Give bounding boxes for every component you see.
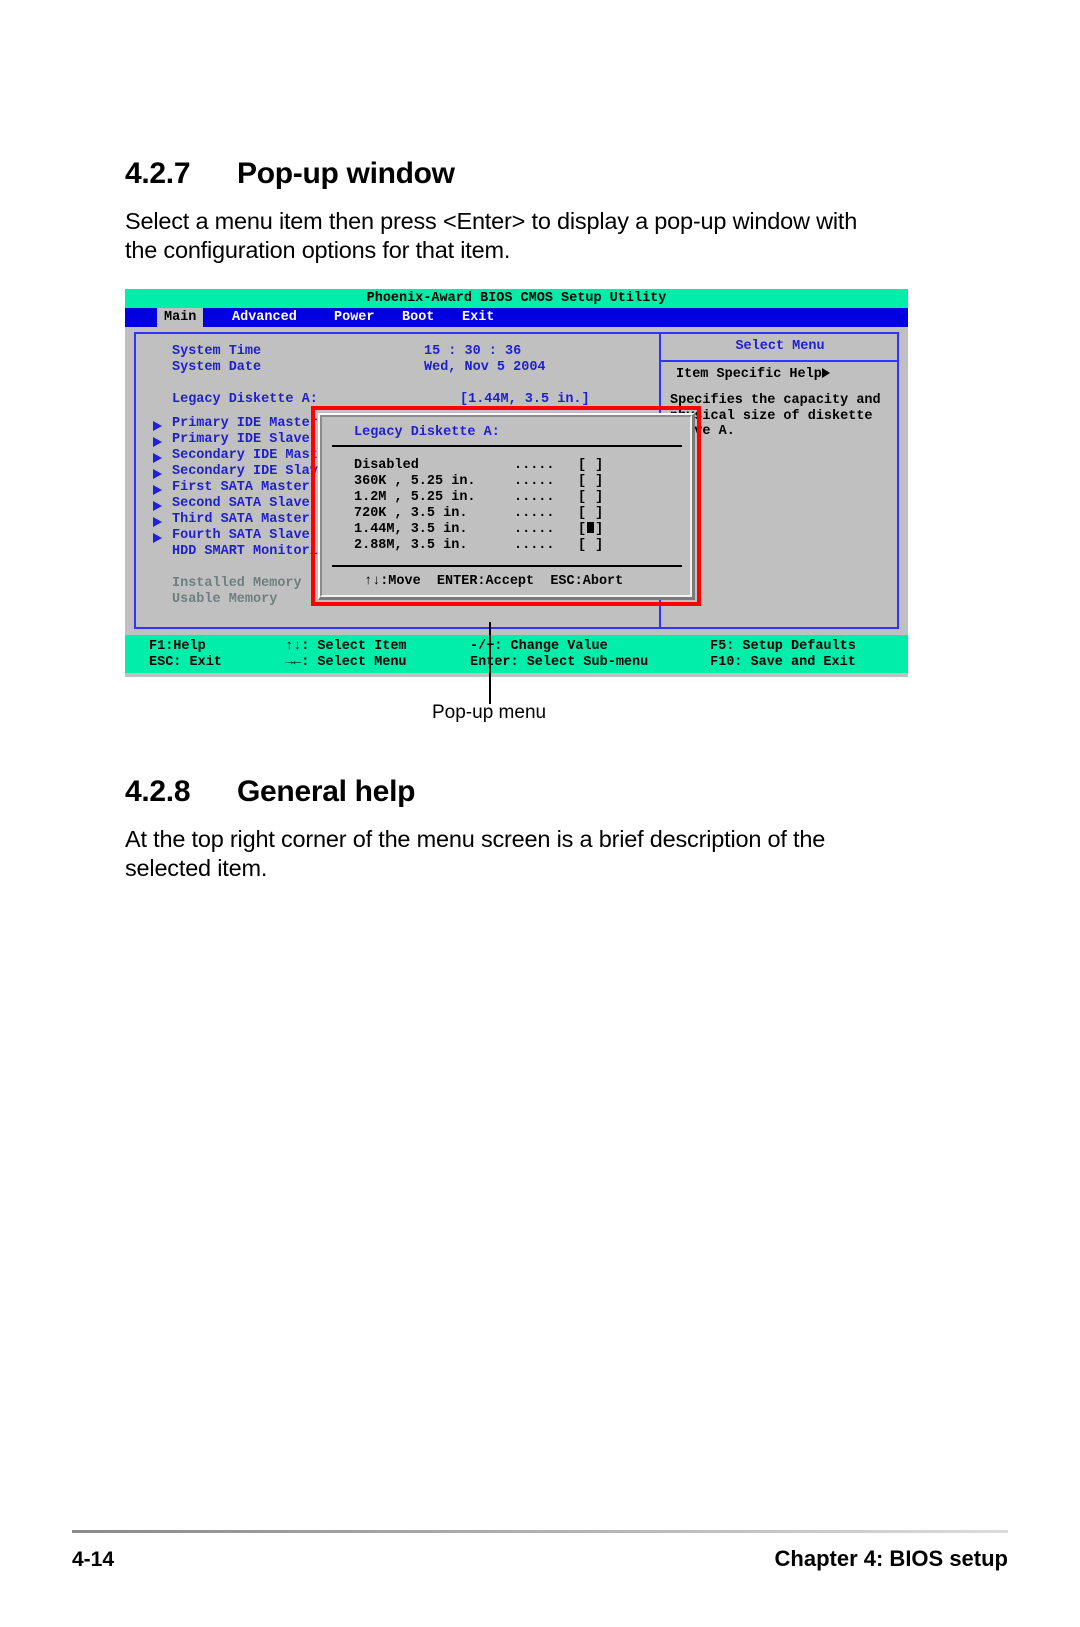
section-title: General help — [237, 775, 416, 808]
submenu-second-sata-slave[interactable]: Second SATA Slave — [172, 496, 310, 512]
section-body-427: Select a menu item then press <Enter> to… — [125, 208, 858, 263]
item-specific-help-label: Item Specific Help — [676, 367, 830, 383]
popup-option-dots: ..... — [514, 490, 555, 505]
submenu-arrow-icon — [153, 469, 162, 479]
popup-option-dots: ..... — [514, 522, 555, 537]
submenu-arrow-icon — [153, 501, 162, 511]
popup-divider-bottom — [332, 565, 682, 567]
help-panel-divider — [661, 360, 899, 362]
popup-option-label: 360K , 5.25 in. — [354, 474, 476, 489]
popup-option-disabled[interactable]: Disabled.....[] — [354, 458, 603, 474]
bios-menu-bar: Main Advanced Power Boot Exit — [125, 308, 908, 327]
popup-option-720k[interactable]: 720K , 3.5 in......[] — [354, 506, 603, 522]
submenu-primary-ide-master[interactable]: Primary IDE Master — [172, 416, 318, 432]
popup-footer-keys: ↑↓:Move ENTER:Accept ESC:Abort — [364, 574, 624, 589]
popup-option-marker — [587, 458, 594, 469]
popup-option-2-88m[interactable]: 2.88M, 3.5 in......[] — [354, 538, 603, 554]
submenu-secondary-ide-slave[interactable]: Secondary IDE Slave — [172, 464, 326, 480]
submenu-third-sata-master[interactable]: Third SATA Master — [172, 512, 310, 528]
item-hdd-smart-monitoring[interactable]: HDD SMART Monitoring — [172, 544, 334, 560]
popup-window-inner: Legacy Diskette A: Disabled.....[] 360K … — [320, 415, 692, 597]
section-body-428: At the top right corner of the menu scre… — [125, 826, 826, 881]
popup-option-marker — [587, 538, 594, 549]
field-label-system-date[interactable]: System Date — [172, 360, 261, 376]
bios-tab-power[interactable]: Power — [327, 308, 382, 327]
footer-divider — [72, 1530, 1008, 1533]
popup-option-label: 720K , 3.5 in. — [354, 506, 468, 521]
bios-key-bar: F1:Help ↑↓: Select Item -/+: Change Valu… — [125, 635, 908, 673]
key-select-sub-menu: Enter: Select Sub-menu — [470, 655, 649, 670]
callout-leader-line — [489, 622, 491, 704]
submenu-arrow-icon — [153, 485, 162, 495]
bios-tab-main[interactable]: Main — [157, 308, 204, 327]
bios-tab-advanced[interactable]: Advanced — [225, 308, 304, 327]
key-f1-help: F1:Help — [149, 639, 206, 654]
callout-label-popup-menu: Pop-up menu — [432, 702, 547, 723]
section-number: 4.2.7 — [125, 157, 191, 190]
submenu-first-sata-master[interactable]: First SATA Master — [172, 480, 310, 496]
popup-option-marker — [587, 474, 594, 485]
submenu-secondary-ide-master[interactable]: Secondary IDE Master — [172, 448, 334, 464]
submenu-arrow-icon — [153, 533, 162, 543]
field-value-system-time[interactable]: 15 : 30 : 36 — [424, 344, 521, 360]
popup-option-dots: ..... — [514, 538, 555, 553]
help-panel-body: Specifies the capacity and physical size… — [670, 393, 881, 440]
help-panel-title: Select Menu — [735, 339, 825, 354]
popup-option-1-2m[interactable]: 1.2M , 5.25 in......[] — [354, 490, 603, 506]
help-line-1: Specifies the capacity and — [670, 393, 881, 408]
submenu-fourth-sata-slave[interactable]: Fourth SATA Slave — [172, 528, 310, 544]
submenu-arrow-icon — [153, 517, 162, 527]
popup-option-dots: ..... — [514, 506, 555, 521]
popup-window[interactable]: Legacy Diskette A: Disabled.....[] 360K … — [318, 413, 695, 600]
popup-option-marker — [587, 490, 594, 501]
key-select-item: ↑↓: Select Item — [285, 639, 407, 654]
field-value-system-date[interactable]: Wed, Nov 5 2004 — [424, 360, 546, 376]
section-heading-428: 4.2.8 General help — [125, 775, 415, 809]
key-esc-exit: ESC: Exit — [149, 655, 222, 670]
submenu-primary-ide-slave[interactable]: Primary IDE Slave — [172, 432, 310, 448]
footer-page-number: 4-14 — [72, 1548, 115, 1571]
popup-option-1-44m[interactable]: 1.44M, 3.5 in......[] — [354, 522, 603, 538]
bios-title-bar: Phoenix-Award BIOS CMOS Setup Utility — [125, 289, 908, 308]
key-setup-defaults: F5: Setup Defaults — [710, 639, 856, 654]
popup-divider-top — [332, 445, 682, 447]
bios-tab-boot[interactable]: Boot — [395, 308, 441, 327]
popup-option-label: 2.88M, 3.5 in. — [354, 538, 468, 553]
popup-option-360k[interactable]: 360K , 5.25 in......[] — [354, 474, 603, 490]
popup-title: Legacy Diskette A: — [354, 425, 500, 440]
section-title: Pop-up window — [237, 157, 455, 190]
key-select-menu: →←: Select Menu — [285, 655, 407, 670]
item-usable-memory: Usable Memory — [172, 592, 278, 607]
field-label-system-time[interactable]: System Time — [172, 344, 261, 360]
submenu-arrow-icon — [153, 421, 162, 431]
bios-setup-screenshot: Phoenix-Award BIOS CMOS Setup Utility Ma… — [125, 289, 908, 677]
popup-option-dots: ..... — [514, 474, 555, 489]
section-number: 4.2.8 — [125, 775, 191, 808]
popup-option-selected-marker — [587, 522, 595, 533]
popup-option-label: 1.2M , 5.25 in. — [354, 490, 476, 505]
item-specific-help-text: Item Specific Help — [676, 367, 822, 382]
document-page: 4.2.7 Pop-up window Select a menu item th… — [0, 0, 1080, 1627]
section-heading-427: 4.2.7 Pop-up window — [125, 157, 455, 191]
key-save-and-exit: F10: Save and Exit — [710, 655, 856, 670]
popup-option-marker — [587, 506, 594, 517]
footer-chapter: Chapter 4: BIOS setup — [774, 1546, 1008, 1571]
popup-option-label: Disabled — [354, 458, 419, 473]
submenu-arrow-icon — [153, 453, 162, 463]
item-installed-memory: Installed Memory — [172, 576, 302, 591]
triangle-right-icon — [821, 368, 830, 378]
bios-tab-exit[interactable]: Exit — [455, 308, 501, 327]
popup-option-label: 1.44M, 3.5 in. — [354, 522, 468, 537]
submenu-arrow-icon — [153, 437, 162, 447]
popup-option-dots: ..... — [514, 458, 555, 473]
field-label-legacy-diskette-a[interactable]: Legacy Diskette A: — [172, 392, 318, 408]
